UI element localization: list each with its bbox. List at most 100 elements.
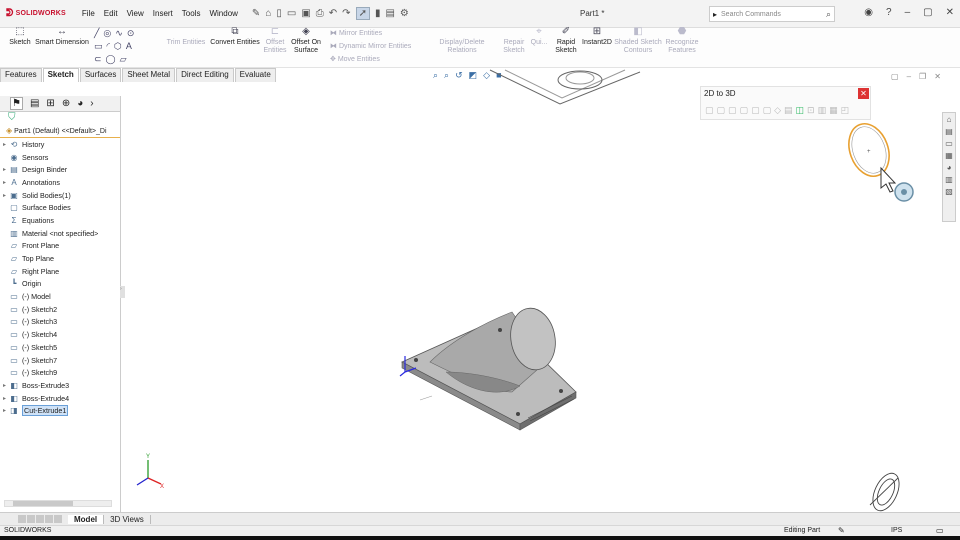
tree-item[interactable]: ▥ Material <not specified> xyxy=(0,227,120,240)
back-view-icon[interactable]: ▢ xyxy=(763,105,772,116)
align-sketch-icon[interactable]: ⊡ xyxy=(807,105,815,116)
feature-manager-tabs: ⚑ ▤ ⊞ ⊕ ◕ › xyxy=(0,96,120,112)
feature-manager-tab-icon[interactable]: ⚑ xyxy=(10,97,23,110)
sketch-ellipse-highlight[interactable]: + xyxy=(842,118,896,182)
expand-arrow-icon[interactable]: ▸ xyxy=(0,382,8,389)
feature-tree: ▸ ⟲ History ◉ Sensors ▸ ▤ Design Binder ▸ A Annota… xyxy=(0,138,120,417)
filter-icon[interactable]: ⛉ xyxy=(0,112,120,126)
file-explorer-icon[interactable]: ▭ xyxy=(945,139,953,148)
tree-item[interactable]: ▭ (-) Sketch7 xyxy=(0,354,120,367)
tree-item-label: Cut-Extrude1 xyxy=(22,405,69,417)
prev-tab-arrow-icon[interactable] xyxy=(27,515,35,523)
design-library-icon[interactable]: ▤ xyxy=(945,127,953,136)
configuration-manager-tab-icon[interactable]: ⊞ xyxy=(46,98,54,109)
align-3d-icon[interactable]: ◰ xyxy=(841,105,850,116)
sketch-icon: ▭ xyxy=(10,330,18,340)
tree-item[interactable]: ▸ ◧ Boss-Extrude3 xyxy=(0,379,120,392)
tree-item-label: Boss-Extrude4 xyxy=(22,393,70,403)
top-view-icon[interactable]: ▢ xyxy=(717,105,726,116)
tree-item[interactable]: ▸ A Annotations xyxy=(0,176,120,189)
toolbar-2d-to-3d-icons: ▢ ▢ ▢ ▢ ▢ ▢ ◇ ▤ ◫ ⊡ ▥ ▦ ◰ xyxy=(705,105,849,116)
expand-arrow-icon[interactable]: ▸ xyxy=(0,166,8,173)
scrollbar-thumb[interactable] xyxy=(13,501,73,506)
sketch-icon: ▭ xyxy=(10,304,18,314)
reference-triad: Y X xyxy=(136,454,164,490)
sketch-icon: ▭ xyxy=(10,355,18,365)
solidworks-resources-icon[interactable]: ⌂ xyxy=(947,115,952,124)
right-view-icon[interactable]: ▢ xyxy=(728,105,737,116)
tree-item[interactable]: ▢ Surface Bodies xyxy=(0,201,120,214)
new-sketch-icon[interactable]: ▤ xyxy=(784,105,793,116)
sketch-icon: ▭ xyxy=(10,368,18,378)
dimxpert-tab-icon[interactable]: ⊕ xyxy=(62,98,70,109)
tree-item-label: (-) Sketch3 xyxy=(22,317,58,327)
tree-item[interactable]: ▭ (-) Sketch4 xyxy=(0,328,120,341)
chat-icon[interactable]: ▭ xyxy=(936,526,944,535)
custom-properties-icon[interactable]: ▥ xyxy=(945,175,953,184)
sketch-icon: ▭ xyxy=(10,342,18,352)
tab-3d-views[interactable]: 3D Views xyxy=(104,514,151,524)
tree-item[interactable]: ▱ Top Plane xyxy=(0,252,120,265)
tree-root-part[interactable]: ◈ Part1 (Default) <<Default>_Di xyxy=(0,126,120,138)
tree-item-label: Right Plane xyxy=(22,266,60,276)
first-tab-arrow-icon[interactable] xyxy=(18,515,26,523)
part-model[interactable] xyxy=(401,305,577,431)
tree-horizontal-scrollbar[interactable] xyxy=(4,500,112,507)
bottom-view-icon[interactable]: ▢ xyxy=(751,105,760,116)
tree-item-label: Origin xyxy=(22,279,42,289)
cut-sketch-icon[interactable]: ▦ xyxy=(829,105,838,116)
surface-bodies-icon: ▢ xyxy=(10,203,18,213)
appearances-icon[interactable]: ◕ xyxy=(947,163,952,172)
tree-item[interactable]: ▱ Front Plane xyxy=(0,240,120,253)
tree-item[interactable]: ▸ ▣ Solid Bodies(1) xyxy=(0,189,120,202)
more-tabs-chevron-icon[interactable]: › xyxy=(90,98,93,109)
panel-collapse-handle[interactable]: › xyxy=(120,286,125,298)
tree-item-label: History xyxy=(22,139,45,149)
left-view-icon[interactable]: ▢ xyxy=(740,105,749,116)
annotations-icon: A xyxy=(11,177,17,187)
expand-arrow-icon[interactable]: ▸ xyxy=(0,395,8,402)
view-palette-icon[interactable]: ▦ xyxy=(945,151,953,160)
expand-arrow-icon[interactable]: ▸ xyxy=(0,192,8,199)
svg-text:X: X xyxy=(160,484,164,490)
toolbar-2d-to-3d-title: 2D to 3D xyxy=(704,89,736,98)
partial-sketch-bottom-right xyxy=(869,472,900,512)
status-units[interactable]: IPS xyxy=(891,527,902,534)
display-manager-tab-icon[interactable]: ◕ xyxy=(77,98,83,109)
extrude-sketch-icon[interactable]: ▥ xyxy=(818,105,827,116)
last-tab-arrow-icon[interactable] xyxy=(45,515,53,523)
bottom-tabs: Model 3D Views xyxy=(0,512,960,525)
status-editing-mode: Editing Part xyxy=(784,527,821,534)
add-tab-arrow-icon[interactable] xyxy=(54,515,62,523)
property-manager-tab-icon[interactable]: ▤ xyxy=(30,98,39,109)
tree-item[interactable]: ▭ (-) Sketch9 xyxy=(0,366,120,379)
tree-item[interactable]: ▸ ⟲ History xyxy=(0,138,120,151)
auxiliary-view-icon[interactable]: ◇ xyxy=(774,105,781,116)
tree-item[interactable]: Σ Equations xyxy=(0,214,120,227)
tree-item[interactable]: ◉ Sensors xyxy=(0,151,120,164)
rebuild-status-icon[interactable]: ✎ xyxy=(838,526,845,535)
forum-icon[interactable]: ▧ xyxy=(945,187,953,196)
expand-arrow-icon[interactable]: ▸ xyxy=(0,141,8,148)
tree-item-label: Equations xyxy=(22,215,54,225)
tree-item[interactable]: ▭ (-) Sketch2 xyxy=(0,303,120,316)
tree-item[interactable]: ┗ Origin xyxy=(0,278,120,291)
tree-item-label: (-) Sketch2 xyxy=(22,304,58,314)
tree-item[interactable]: ▱ Right Plane xyxy=(0,265,120,278)
tree-item[interactable]: ▭ (-) Model xyxy=(0,290,120,303)
tree-item[interactable]: ▸ ▤ Design Binder xyxy=(0,163,120,176)
repair-sketch-2d-icon[interactable]: ◫ xyxy=(796,105,805,116)
graphics-area[interactable]: Y X + xyxy=(0,0,960,540)
tree-item[interactable]: ▭ (-) Sketch5 xyxy=(0,341,120,354)
tab-model[interactable]: Model xyxy=(68,514,105,524)
tree-item[interactable]: ▸ ◧ Boss-Extrude4 xyxy=(0,392,120,405)
next-tab-arrow-icon[interactable] xyxy=(36,515,44,523)
tree-item[interactable]: ▸ ◨ Cut-Extrude1 xyxy=(0,404,120,417)
expand-arrow-icon[interactable]: ▸ xyxy=(0,179,8,186)
expand-arrow-icon[interactable]: ▸ xyxy=(0,407,8,414)
tree-item-label: Sensors xyxy=(22,152,49,162)
front-view-icon[interactable]: ▢ xyxy=(705,105,714,116)
tree-item-label: (-) Sketch4 xyxy=(22,330,58,340)
toolbar-close-icon[interactable]: ✕ xyxy=(858,88,869,99)
tree-item[interactable]: ▭ (-) Sketch3 xyxy=(0,316,120,329)
